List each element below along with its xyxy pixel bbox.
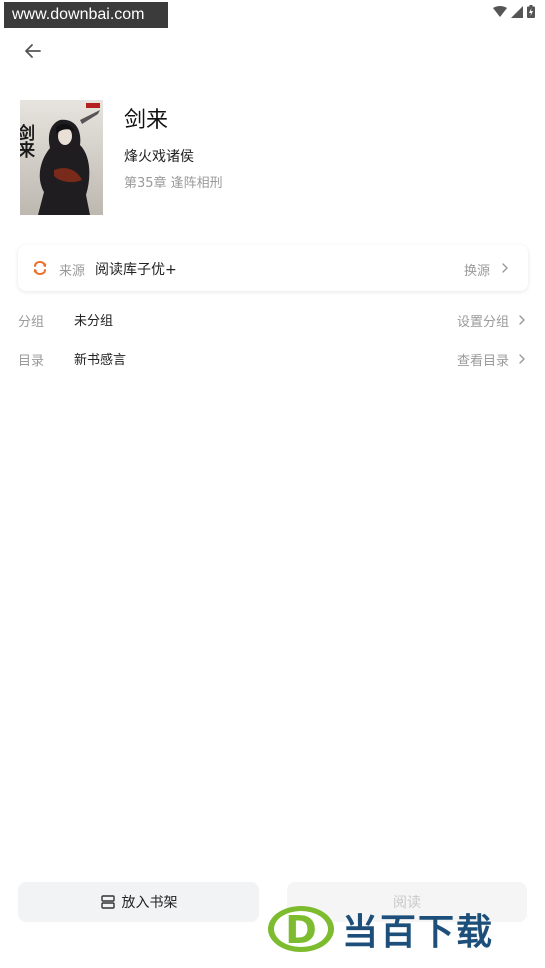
catalog-value: 新书感言 xyxy=(74,353,127,368)
add-to-shelf-button[interactable]: 放入书架 xyxy=(18,882,259,922)
book-cover-image: 剑来 xyxy=(20,100,103,215)
arrow-left-icon xyxy=(25,44,41,58)
cover-title-text: 剑来 xyxy=(20,123,36,159)
back-button[interactable] xyxy=(18,36,48,66)
source-label: 来源 xyxy=(59,264,86,279)
catalog-label: 目录 xyxy=(18,354,45,369)
source-name: 阅读库子优+ xyxy=(95,262,177,278)
bookshelf-icon xyxy=(100,895,115,909)
add-to-shelf-label: 放入书架 xyxy=(121,895,178,911)
watermark-brand-text: 当百下载 xyxy=(342,912,495,953)
wifi-icon xyxy=(493,5,507,17)
status-icons xyxy=(493,5,535,18)
battery-icon xyxy=(527,5,535,18)
group-label: 分组 xyxy=(18,315,45,330)
chevron-right-icon xyxy=(519,315,525,325)
refresh-icon xyxy=(33,260,47,276)
group-value: 未分组 xyxy=(74,314,114,329)
watermark-letter: D xyxy=(285,908,317,952)
book-author[interactable]: 烽火戏诸侯 xyxy=(124,146,194,166)
book-title: 剑来 xyxy=(124,108,169,133)
signal-icon xyxy=(511,5,523,18)
catalog-row[interactable]: 目录 新书感言 查看目录 xyxy=(0,344,545,374)
group-row[interactable]: 分组 未分组 设置分组 xyxy=(0,305,545,335)
watermark-text: www.downbai.com xyxy=(4,2,168,28)
latest-chapter: 第35章 逢阵相刑 xyxy=(124,176,223,191)
book-cover[interactable]: 剑来 xyxy=(20,100,103,215)
chevron-right-icon xyxy=(519,354,525,364)
watermark-logo: D 当百下载 xyxy=(266,902,541,956)
watermark-d-icon: D xyxy=(268,906,334,952)
view-catalog-button[interactable]: 查看目录 xyxy=(457,350,509,369)
switch-source-button[interactable]: 换源 xyxy=(464,260,490,279)
chevron-right-icon xyxy=(502,263,508,273)
status-bar: www.downbai.com xyxy=(0,0,545,30)
set-group-button[interactable]: 设置分组 xyxy=(457,311,509,330)
source-card[interactable]: 来源 阅读库子优+ 换源 xyxy=(18,245,528,291)
